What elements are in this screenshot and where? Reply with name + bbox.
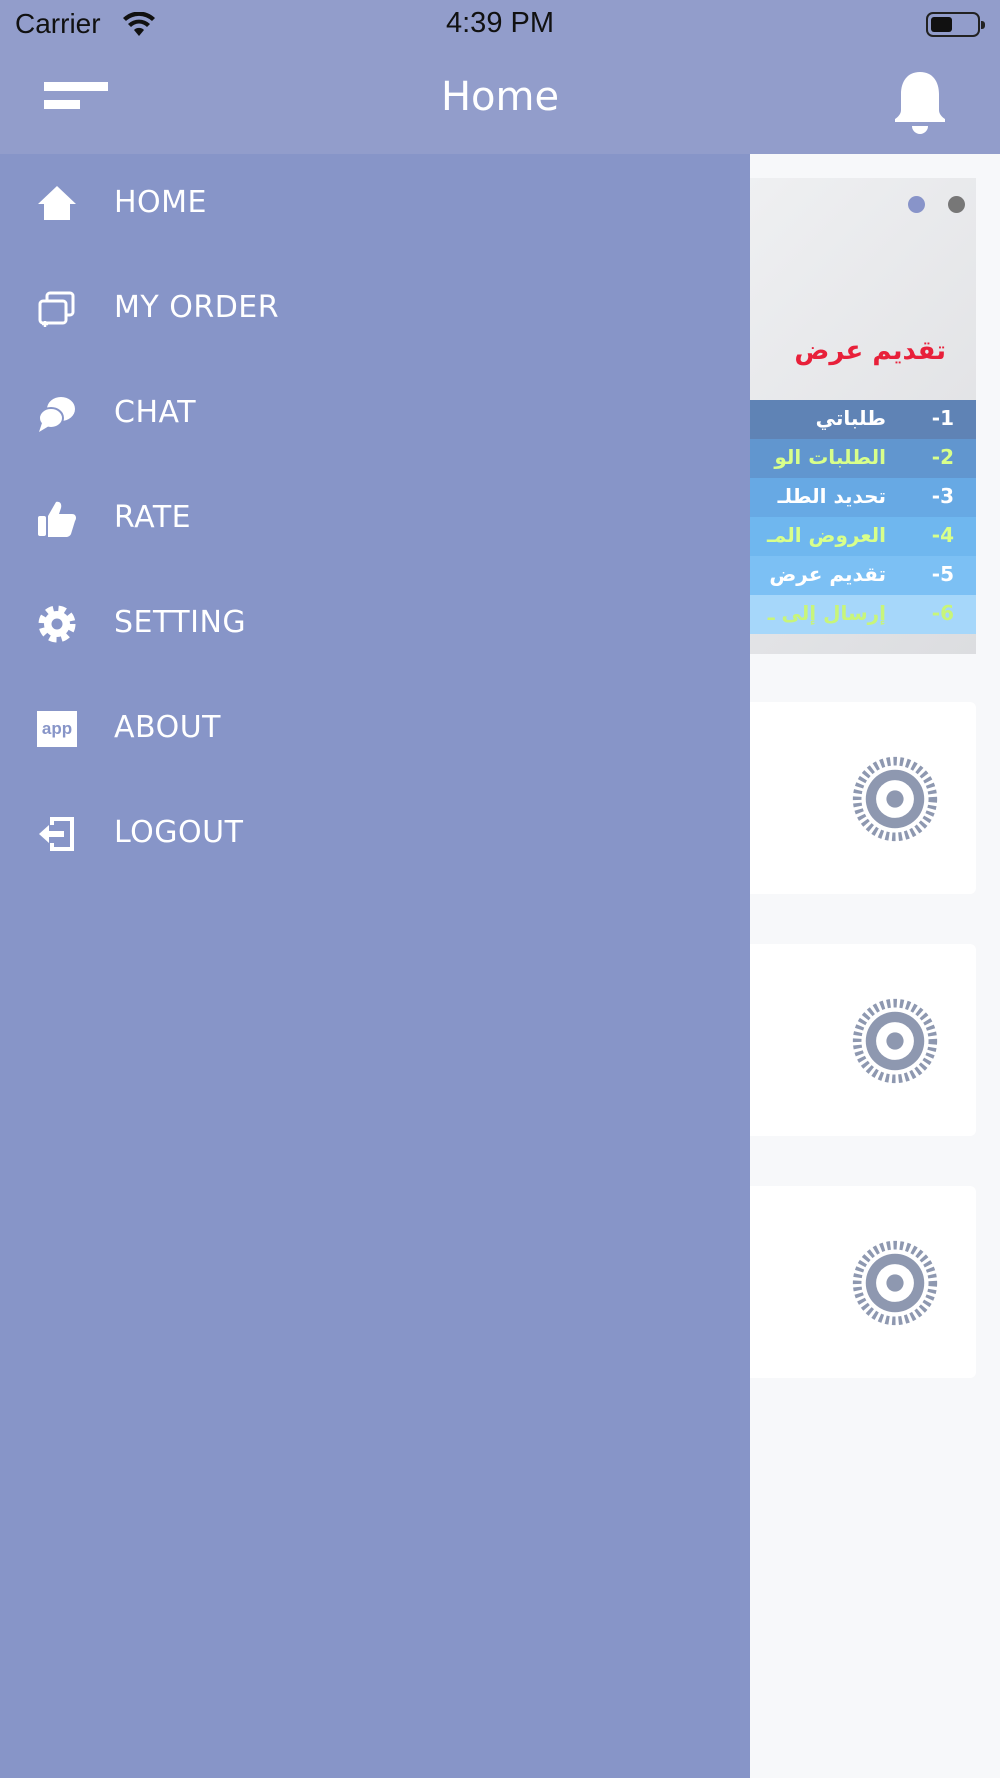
gear-icon — [852, 1240, 938, 1326]
drawer-item-label: SETTING — [114, 605, 247, 640]
drawer-item-my-order[interactable]: MY ORDER — [0, 262, 750, 358]
gear-icon — [852, 756, 938, 842]
banner-heading: تقديم عرض — [794, 336, 946, 366]
battery-level — [931, 17, 952, 32]
thumbs-up-icon — [38, 501, 76, 537]
drawer-item-label: CHAT — [114, 395, 197, 430]
orders-icon — [38, 291, 75, 327]
status-bar: Carrier 4:39 PM — [0, 0, 1000, 50]
battery-icon — [926, 12, 985, 37]
drawer-item-label: ABOUT — [114, 710, 221, 745]
nav-bar: Home — [0, 50, 1000, 154]
drawer-item-label: HOME — [114, 185, 208, 220]
top-bar: Carrier 4:39 PM Home — [0, 0, 1000, 154]
pager-dot[interactable] — [948, 196, 965, 213]
drawer-item-label: MY ORDER — [114, 290, 280, 325]
page-title: Home — [440, 74, 560, 120]
drawer-item-home[interactable]: HOME — [0, 157, 750, 253]
drawer-item-setting[interactable]: SETTING — [0, 577, 750, 673]
svg-text:app: app — [42, 719, 72, 738]
drawer-item-label: LOGOUT — [114, 815, 244, 850]
drawer-item-about[interactable]: app ABOUT — [0, 682, 750, 778]
drawer-item-label: RATE — [114, 500, 192, 535]
drawer-item-chat[interactable]: CHAT — [0, 367, 750, 463]
bell-icon[interactable] — [892, 70, 948, 136]
pager-dot-active[interactable] — [908, 196, 925, 213]
app-icon: app — [37, 711, 77, 747]
home-icon — [38, 186, 76, 220]
drawer-item-rate[interactable]: RATE — [0, 472, 750, 568]
clock: 4:39 PM — [446, 7, 554, 39]
chat-icon — [38, 397, 75, 432]
gear-icon — [38, 605, 76, 643]
logout-icon — [39, 817, 74, 851]
drawer-item-logout[interactable]: LOGOUT — [0, 787, 750, 883]
gear-icon — [852, 998, 938, 1084]
side-drawer: HOME MY ORDER CHAT RATE SETTING app ABOU… — [0, 154, 750, 1778]
banner-pager — [908, 196, 968, 214]
